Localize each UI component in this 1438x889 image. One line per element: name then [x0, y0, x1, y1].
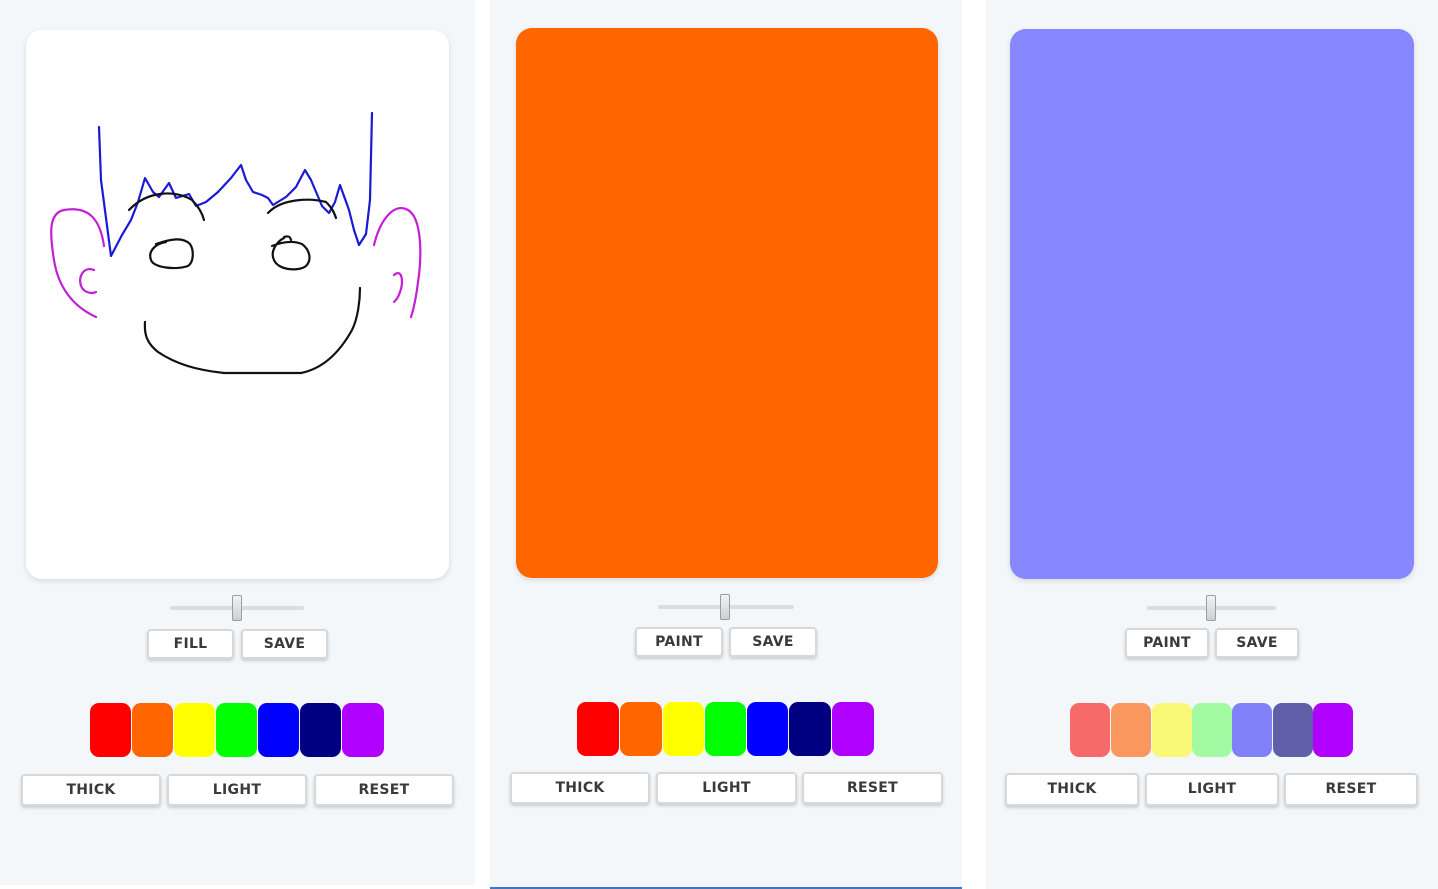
thick-button[interactable]: THICK — [1005, 773, 1139, 806]
save-button[interactable]: SAVE — [241, 629, 328, 659]
slider-thumb[interactable] — [1206, 595, 1216, 621]
brush-size-slider[interactable] — [170, 595, 304, 621]
drawing-app-panel-1: FILL SAVE THICK LIGHT RESET — [0, 0, 475, 885]
color-swatch-orange[interactable] — [132, 703, 173, 757]
slider-thumb[interactable] — [720, 594, 730, 620]
color-swatch-light-green[interactable] — [1192, 703, 1232, 757]
color-swatch-yellow[interactable] — [174, 703, 215, 757]
brush-size-slider[interactable] — [1147, 595, 1276, 621]
paint-button[interactable]: PAINT — [635, 627, 723, 657]
save-button[interactable]: SAVE — [729, 627, 817, 657]
color-swatch-light-orange[interactable] — [1111, 703, 1151, 757]
color-swatch-blue[interactable] — [747, 702, 788, 756]
color-swatch-navy[interactable] — [300, 703, 341, 757]
color-swatch-navy[interactable] — [789, 702, 831, 756]
color-swatch-light-red[interactable] — [1070, 703, 1110, 757]
mouth-stroke — [143, 286, 362, 375]
left-ear-inner-stroke — [79, 268, 98, 294]
drawing-canvas[interactable] — [1010, 29, 1414, 579]
color-swatch-light-yellow[interactable] — [1152, 703, 1192, 757]
color-swatch-purple[interactable] — [342, 703, 384, 757]
brush-size-slider[interactable] — [658, 594, 794, 620]
color-swatch-green[interactable] — [705, 702, 746, 756]
sketch-drawing — [50, 111, 422, 375]
color-swatch-light-blue[interactable] — [1232, 703, 1272, 757]
color-swatch-red[interactable] — [90, 703, 131, 757]
left-eye-stroke — [149, 238, 194, 270]
color-swatch-green[interactable] — [216, 703, 257, 757]
right-ear-stroke — [372, 207, 422, 319]
reset-button[interactable]: RESET — [1284, 773, 1418, 806]
fill-button[interactable]: FILL — [147, 629, 234, 659]
color-swatch-light-navy[interactable] — [1273, 703, 1313, 757]
reset-button[interactable]: RESET — [314, 774, 454, 806]
right-ear-inner-stroke — [392, 272, 404, 304]
right-eye-stroke — [270, 236, 311, 271]
color-swatch-red[interactable] — [577, 702, 619, 756]
save-button[interactable]: SAVE — [1215, 628, 1299, 658]
light-button[interactable]: LIGHT — [1145, 773, 1279, 806]
thick-button[interactable]: THICK — [510, 772, 650, 804]
thick-button[interactable]: THICK — [21, 774, 161, 806]
color-swatch-blue[interactable] — [258, 703, 299, 757]
drawing-app-panel-3: PAINT SAVE THICK LIGHT RESET — [986, 0, 1438, 889]
slider-thumb[interactable] — [232, 595, 242, 621]
light-button[interactable]: LIGHT — [167, 774, 307, 806]
color-swatch-yellow[interactable] — [663, 702, 704, 756]
drawing-canvas[interactable] — [516, 28, 938, 578]
left-ear-stroke — [50, 208, 106, 319]
reset-button[interactable]: RESET — [802, 772, 943, 804]
color-swatch-purple[interactable] — [832, 702, 874, 756]
drawing-canvas[interactable] — [26, 30, 449, 579]
light-button[interactable]: LIGHT — [656, 772, 797, 804]
hair-stroke — [97, 111, 374, 258]
color-swatch-orange[interactable] — [620, 702, 662, 756]
paint-button[interactable]: PAINT — [1125, 628, 1209, 658]
color-swatch-purple[interactable] — [1313, 703, 1353, 757]
drawing-app-panel-2: PAINT SAVE THICK LIGHT RESET — [490, 0, 962, 889]
